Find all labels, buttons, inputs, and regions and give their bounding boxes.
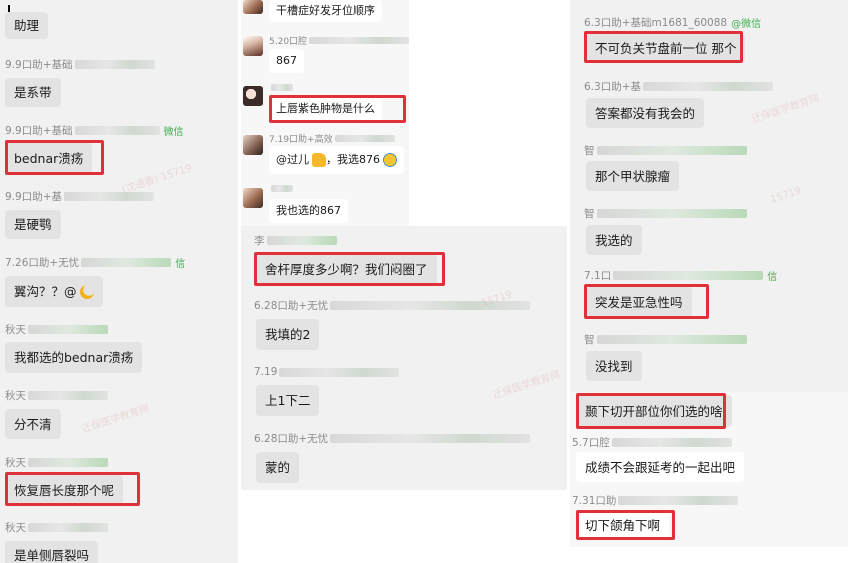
sender-name: 5.20口腔	[269, 34, 409, 47]
sender-name: 6.28口助+无忧	[254, 298, 531, 313]
message-bubble[interactable]: bednar溃疡	[5, 143, 93, 173]
thumbs-up-emoji-icon	[312, 153, 326, 167]
chat-panel-middle-bottom: 李 舍杆厚度多少啊？我们闷圈了 6.28口助+无忧 我填的2 7.19 上1下二…	[241, 226, 567, 490]
message-bubble[interactable]: 867	[269, 49, 304, 73]
sender-name: 李	[254, 233, 337, 248]
sender-name: 7.19	[254, 366, 400, 378]
watermark: 迁保医学教育网	[491, 369, 562, 402]
message-bubble[interactable]: 没找到	[586, 351, 642, 381]
watermark: 迁保医学教育网	[750, 93, 821, 126]
message-bubble[interactable]: 恢复唇长度那个呢	[5, 475, 124, 505]
chat-panel-left: 助理 9.9口助+基础 是系带 9.9口助+基础 微信 bednar溃疡 9.9口…	[0, 0, 238, 563]
watermark: 15719	[769, 185, 803, 206]
message-bubble[interactable]: 干槽症好发牙位顺序	[269, 0, 382, 22]
chat-panel-right-top: 6.3口助+基础m1681_60088 @微信 不可负关节盘前一位 那个 6.3口…	[570, 0, 848, 392]
sender-name: 6.28口助+无忧	[254, 431, 531, 446]
message-bubble[interactable]: 颞下切开部位你们选的啥	[576, 395, 732, 427]
message-bubble[interactable]: 答案都没有我会的	[586, 98, 705, 128]
message-bubble[interactable]: 助理	[5, 12, 49, 39]
message-bubble[interactable]: 是系带	[5, 78, 61, 107]
chat-panel-middle-top: 干槽症好发牙位顺序 5.20口腔 867 上唇紫色肿物是什么 7.19口助+高效…	[241, 0, 409, 226]
sender-name: 7.1口信	[584, 270, 778, 283]
sender-name: 秋天	[5, 322, 108, 337]
watermark: 迁保医学教育网	[80, 403, 151, 436]
moon-emoji-icon	[79, 284, 94, 299]
message-bubble[interactable]: 舍杆厚度多少啊？我们闷圈了	[256, 254, 437, 284]
sender-name: 9.9口助+基础	[5, 57, 155, 72]
message-bubble[interactable]: @过儿 ，我选876	[269, 146, 404, 174]
avatar[interactable]	[243, 135, 263, 155]
avatar[interactable]	[243, 0, 263, 14]
message-bubble[interactable]: 上1下二	[256, 385, 320, 416]
sender-name: 6.3口助+基	[584, 79, 773, 94]
message-bubble[interactable]: 我填的2	[256, 319, 320, 350]
message-bubble[interactable]: 我选的	[586, 225, 642, 255]
sender-name: 秋天	[5, 455, 108, 470]
sender-name: 秋天	[5, 520, 108, 535]
sender-name: 智	[584, 332, 747, 347]
message-bubble[interactable]: 是单侧唇裂吗	[5, 541, 99, 563]
chat-panel-right-bottom: 颞下切开部位你们选的啥 5.7口腔 成绩不会跟延考的一起出吧 7.31口助 切下…	[570, 392, 848, 547]
message-bubble[interactable]: 我都选的bednar溃疡	[5, 342, 143, 373]
avatar[interactable]	[243, 36, 263, 56]
face-emoji-icon	[383, 153, 397, 167]
avatar[interactable]	[243, 86, 263, 106]
sender-name: 9.9口助+基础 微信	[5, 125, 184, 138]
message-bubble[interactable]: 分不清	[5, 409, 61, 439]
sender-name: 秋天	[5, 388, 108, 403]
sender-name	[269, 185, 293, 192]
avatar[interactable]	[243, 188, 263, 208]
sender-name: 7.19口助+高效	[269, 132, 395, 145]
message-bubble[interactable]: 突发是亚急性吗	[586, 287, 692, 317]
message-bubble[interactable]: 成绩不会跟延考的一起出吧	[576, 452, 745, 482]
sender-name: 9.9口助+基	[5, 189, 154, 204]
sender-name: 7.26口助+无忧信	[5, 257, 186, 270]
message-bubble[interactable]: 是硬鹗	[5, 210, 61, 239]
message-bubble[interactable]: 上唇紫色肿物是什么	[269, 97, 382, 121]
sender-name: 智	[584, 143, 747, 158]
sender-name: 6.3口助+基础m1681_60088 @微信	[584, 17, 762, 30]
message-bubble[interactable]: 我也选的867	[269, 199, 348, 223]
sender-name: 5.7口腔	[572, 435, 732, 450]
message-bubble[interactable]: 翼沟？？@	[5, 276, 103, 307]
message-bubble[interactable]: 切下颌角下啊	[576, 512, 670, 539]
message-bubble[interactable]: 那个甲状腺瘤	[586, 161, 680, 191]
sender-name	[269, 84, 293, 91]
message-bubble[interactable]: 不可负关节盘前一位 那个	[586, 34, 746, 62]
sender-name: 7.31口助	[572, 493, 739, 508]
message-bubble[interactable]: 蒙的	[256, 452, 300, 483]
sender-name: 智	[584, 206, 747, 221]
